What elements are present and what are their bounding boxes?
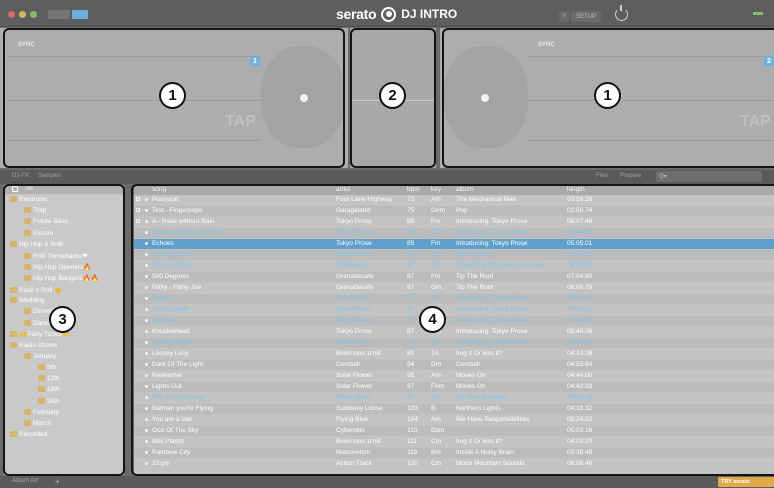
setup-button[interactable]: SETUP (571, 11, 601, 22)
app-brand: serato DJ INTRO (336, 5, 457, 23)
prepare-button[interactable]: Prepare (620, 173, 641, 179)
tab-samples[interactable]: Samples (38, 173, 61, 179)
brand-name: serato (336, 6, 377, 22)
bottom-bar (0, 476, 774, 488)
callout-badge-tracks: 4 (419, 306, 446, 333)
album-art-toggle[interactable]: Album Art (12, 478, 38, 484)
callout-badge-crates: 3 (49, 306, 76, 333)
minimize-window-button[interactable] (19, 11, 26, 18)
search-icon: Q▾ (659, 174, 667, 180)
callout-badge-decks: 1 (159, 82, 186, 109)
close-window-button[interactable] (8, 11, 15, 18)
title-bar: serato DJ INTRO ? SETUP (0, 0, 774, 27)
layout-toggle-button[interactable] (48, 10, 70, 19)
product-name: DJ INTRO (401, 7, 458, 21)
vinyl-mode-button[interactable] (72, 10, 88, 19)
maximize-window-button[interactable] (30, 11, 37, 18)
try-serato-button[interactable]: TRY serato (718, 477, 774, 487)
callout-badge-decks: 1 (594, 82, 621, 109)
add-crate-button[interactable]: + (55, 477, 60, 486)
tab-dj-fx[interactable]: DJ-FX (12, 173, 29, 179)
help-button[interactable]: ? (559, 11, 569, 22)
power-icon[interactable] (615, 5, 628, 21)
serato-logo-icon (381, 6, 397, 22)
callout-frame-tracks (131, 184, 774, 476)
cpu-meter (753, 12, 763, 15)
files-button[interactable]: Files (596, 173, 609, 179)
callout-badge-mixer: 2 (379, 82, 406, 109)
search-input[interactable]: Q▾ (656, 171, 762, 182)
